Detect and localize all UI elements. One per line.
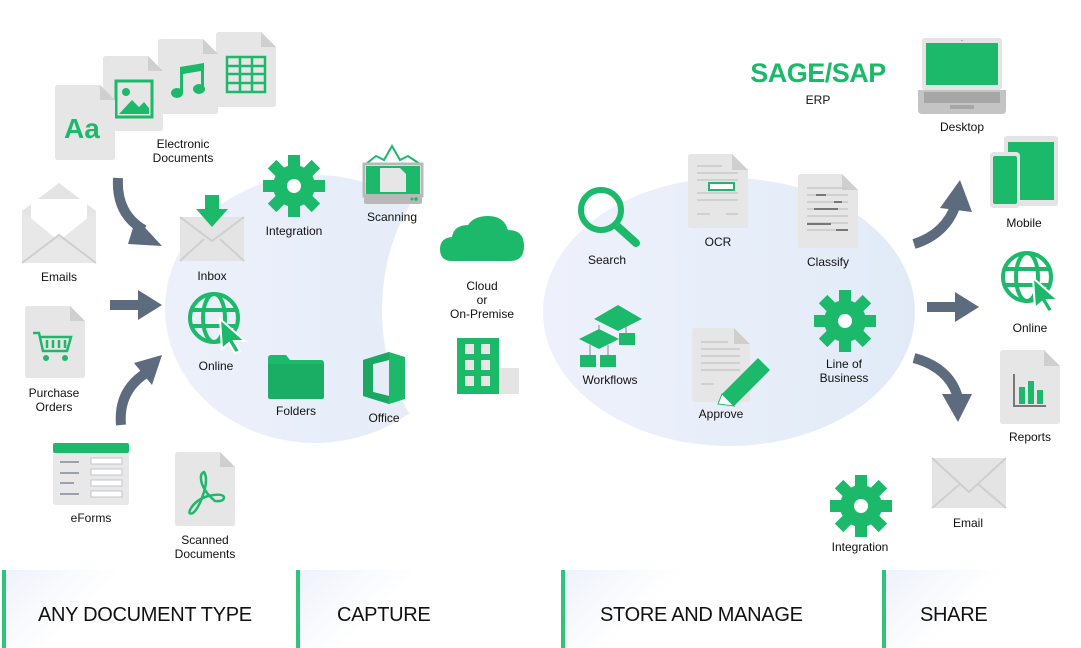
line-of-business-label: Line of Business [820, 357, 869, 385]
arrow-right-icon [110, 290, 162, 320]
workflows-label: Workflows [582, 373, 638, 387]
label-line: Scanned [181, 533, 229, 547]
label-line: Line of [825, 357, 863, 371]
folder-icon [268, 355, 324, 399]
approve-doc-pencil-icon [692, 328, 770, 407]
open-envelope-icon [21, 183, 97, 264]
office-label: Office [368, 411, 400, 425]
pdf-doc-icon [175, 452, 235, 526]
desktop-label: Desktop [939, 120, 985, 134]
reports-label: Reports [1008, 430, 1052, 444]
share-online-label: Online [1012, 321, 1048, 335]
label-line: or [476, 293, 488, 307]
text-doc-glyph: Aa [64, 113, 100, 144]
label-line: Documents [152, 151, 214, 165]
classify-doc-icon [798, 174, 858, 248]
curved-arrow-down-right-share-icon [912, 353, 972, 422]
purchase-order-doc-icon [25, 306, 85, 378]
capture-integration-label: Integration [265, 224, 323, 238]
scanner-icon [362, 143, 424, 204]
stage-divider [561, 570, 565, 648]
mobile-devices-icon [990, 136, 1058, 208]
eforms-label: eForms [70, 511, 112, 525]
ocr-doc-icon [688, 154, 748, 228]
search-icon [578, 187, 640, 247]
online-globe-cursor-icon [188, 292, 248, 355]
spreadsheet-doc-icon [216, 32, 276, 107]
email-envelope-icon [931, 457, 1007, 509]
arrow-right-share-icon [927, 292, 979, 322]
ocr-label: OCR [704, 235, 732, 249]
cloud-icon [440, 216, 524, 261]
capture-online-label: Online [198, 359, 234, 373]
laptop-icon [918, 38, 1006, 114]
office-icon [363, 352, 405, 404]
stage-any-document-type: ANY DOCUMENT TYPE [38, 604, 252, 626]
emails-label: Emails [40, 270, 78, 284]
share-online-globe-cursor-icon [1001, 251, 1061, 314]
building-icon [457, 338, 519, 394]
label-line: Orders [35, 400, 73, 414]
inbox-icon [179, 195, 245, 262]
integration-gear-icon [263, 155, 325, 217]
share-email-label: Email [952, 516, 984, 530]
label-line: Electronic [156, 137, 210, 151]
share-integration-label: Integration [831, 540, 889, 554]
scanned-documents-label: Scanned Documents [175, 533, 236, 561]
label-line: Documents [174, 547, 236, 561]
stage-divider [2, 570, 6, 648]
line-of-business-gear-icon [814, 290, 876, 352]
stage-share: SHARE [920, 604, 988, 626]
stage-store-and-manage: STORE AND MANAGE [600, 604, 803, 626]
curved-arrow-up-right-share-icon [912, 180, 972, 249]
label-line: Business [819, 371, 869, 385]
curved-arrow-up-right-icon [115, 355, 162, 426]
eform-icon [53, 443, 129, 505]
approve-label: Approve [698, 407, 744, 421]
label-line: Purchase [28, 386, 80, 400]
workflow-icon [579, 305, 642, 367]
stage-divider [296, 570, 300, 648]
folders-label: Folders [275, 404, 317, 418]
electronic-documents-label: Electronic Documents [153, 137, 214, 165]
classify-label: Classify [806, 255, 850, 269]
erp-subtitle: ERP [805, 93, 831, 107]
mobile-label: Mobile [1006, 216, 1042, 230]
purchase-orders-label: Purchase Orders [29, 386, 80, 414]
music-doc-icon [158, 39, 218, 114]
curved-arrow-down-right-icon [112, 177, 162, 246]
label-line: Cloud [466, 279, 498, 293]
scanning-label: Scanning [366, 210, 418, 224]
erp-title: SAGE/SAP [750, 58, 886, 88]
stage-capture: CAPTURE [337, 604, 431, 626]
search-label: Search [587, 253, 627, 267]
inbox-label: Inbox [197, 269, 227, 283]
stage-divider [882, 570, 886, 648]
label-line: On-Premise [449, 307, 515, 321]
share-integration-gear-icon [830, 475, 892, 537]
deployment-label: Cloud or On-Premise [450, 279, 514, 321]
reports-doc-icon [1000, 350, 1060, 424]
